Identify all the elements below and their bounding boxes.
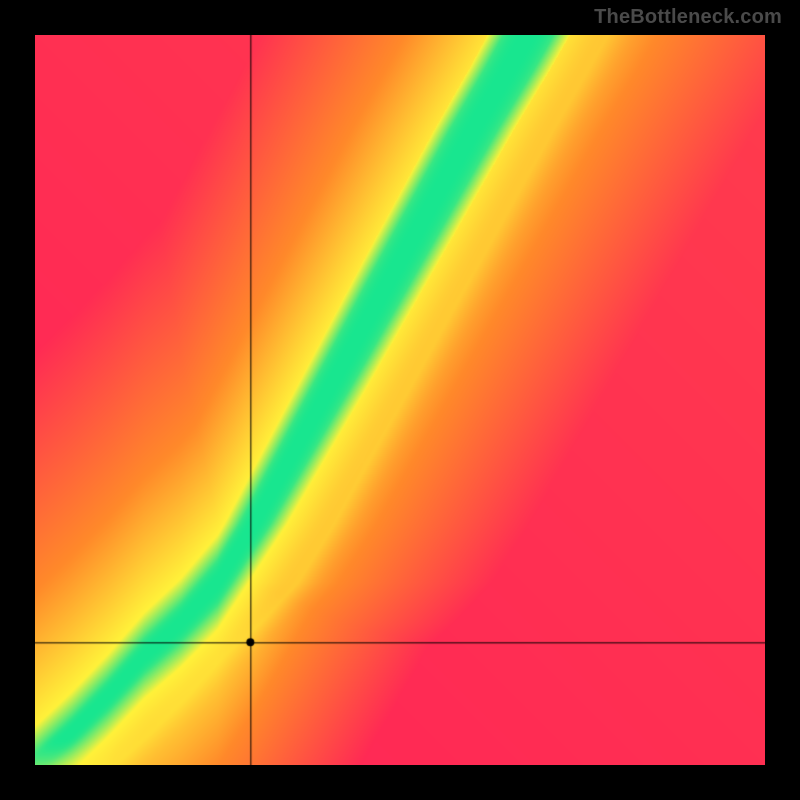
watermark-text: TheBottleneck.com — [594, 6, 782, 29]
bottleneck-heatmap — [35, 35, 765, 765]
chart-frame: TheBottleneck.com — [0, 0, 800, 800]
